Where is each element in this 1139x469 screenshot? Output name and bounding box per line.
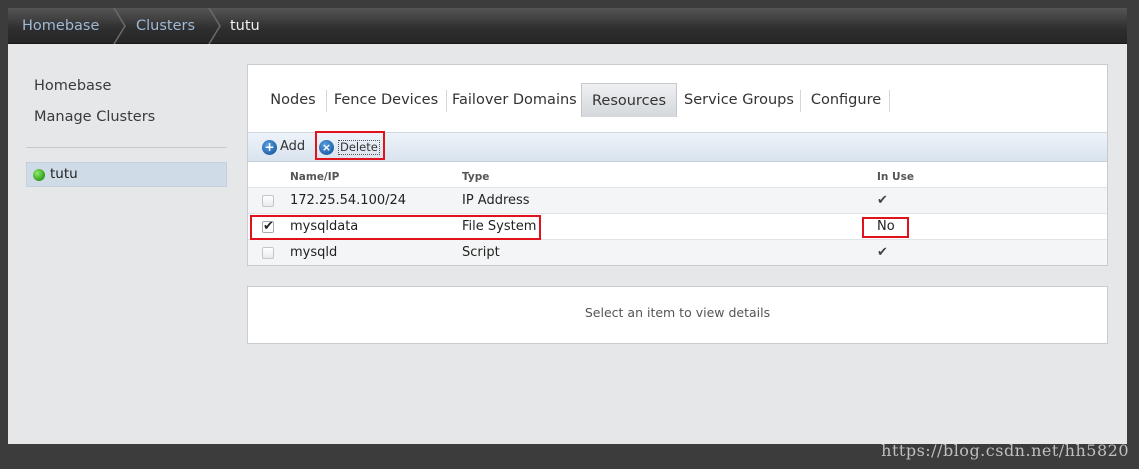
sidebar-link-homebase[interactable]: Homebase <box>34 78 111 94</box>
resources-toolbar: + Add × Delete <box>248 132 1107 162</box>
row-checkbox[interactable] <box>262 195 274 207</box>
add-label: Add <box>280 139 306 154</box>
tab-divider <box>800 90 801 112</box>
checkmark-icon: ✔ <box>877 193 888 208</box>
tab-nodes[interactable]: Nodes <box>265 83 321 117</box>
tab-service-groups[interactable]: Service Groups <box>684 83 794 117</box>
add-button[interactable]: + Add <box>262 133 310 161</box>
breadcrumb: Homebase Clusters tutu <box>8 8 1127 44</box>
sidebar-divider <box>26 147 227 148</box>
column-header-name[interactable]: Name/IP <box>290 171 339 183</box>
sidebar-link-manage-clusters[interactable]: Manage Clusters <box>34 109 155 125</box>
tab-configure[interactable]: Configure <box>806 83 886 117</box>
column-header-in-use[interactable]: In Use <box>877 171 914 183</box>
row-type: File System <box>462 219 537 234</box>
row-type: IP Address <box>462 193 530 208</box>
delete-button[interactable]: × Delete <box>318 133 382 161</box>
row-name: mysqld <box>290 245 338 260</box>
table-row[interactable]: 172.25.54.100/24 IP Address ✔ <box>248 187 1107 213</box>
breadcrumb-current: tutu <box>230 18 260 34</box>
tab-divider <box>446 90 447 112</box>
tab-fence-devices[interactable]: Fence Devices <box>332 83 440 117</box>
details-placeholder: Select an item to view details <box>584 305 771 320</box>
row-in-use: No <box>877 219 895 234</box>
breadcrumb-homebase[interactable]: Homebase <box>22 8 99 44</box>
status-ok-icon <box>33 169 45 181</box>
tab-resources[interactable]: Resources <box>581 83 677 117</box>
tab-failover-domains[interactable]: Failover Domains <box>452 83 577 117</box>
column-header-type[interactable]: Type <box>462 171 489 183</box>
plus-icon: + <box>262 140 277 155</box>
table-row[interactable]: ✔ mysqldata File System No <box>248 213 1107 239</box>
resources-panel: Nodes Fence Devices Failover Domains Res… <box>247 64 1108 266</box>
close-icon: × <box>319 140 334 155</box>
row-name: mysqldata <box>290 219 359 234</box>
table-row[interactable]: mysqld Script ✔ <box>248 239 1107 265</box>
breadcrumb-separator-icon <box>208 8 221 44</box>
breadcrumb-clusters[interactable]: Clusters <box>136 8 195 44</box>
row-type: Script <box>462 245 500 260</box>
cluster-label: tutu <box>50 166 78 182</box>
watermark: https://blog.csdn.net/hh5820 <box>881 441 1129 460</box>
row-checkbox[interactable]: ✔ <box>262 220 274 233</box>
app-window: Homebase Clusters tutu Homebase Manage C… <box>8 8 1127 444</box>
tab-divider <box>326 90 327 112</box>
delete-label: Delete <box>338 140 380 155</box>
tab-divider <box>889 90 890 112</box>
sidebar-cluster-tutu[interactable]: tutu <box>26 162 227 187</box>
breadcrumb-separator-icon <box>113 8 126 44</box>
checkmark-icon: ✔ <box>877 245 888 260</box>
row-checkbox[interactable] <box>262 247 274 259</box>
row-name: 172.25.54.100/24 <box>290 193 407 208</box>
details-panel: Select an item to view details <box>247 286 1108 344</box>
